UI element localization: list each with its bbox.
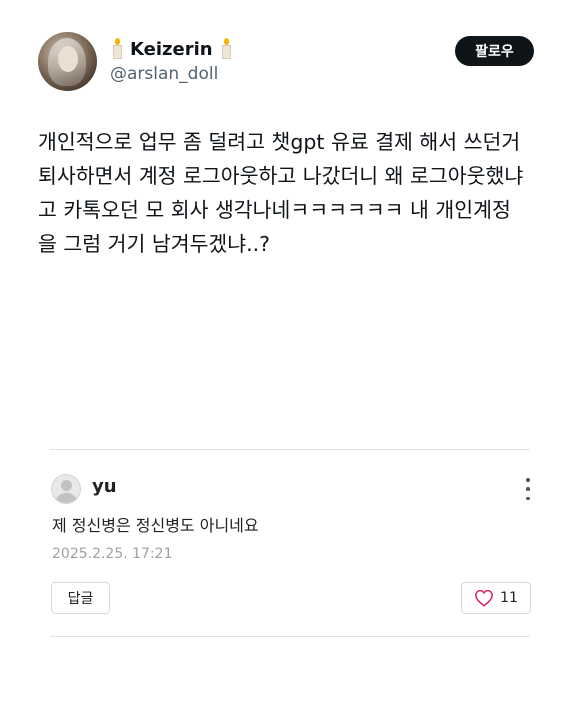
commenter-name[interactable]: yu <box>92 476 117 497</box>
follow-button[interactable]: 팔로우 <box>455 36 534 66</box>
reply-button[interactable]: 답글 <box>51 582 110 614</box>
like-button[interactable]: 11 <box>461 582 531 614</box>
tweet-line: 퇴사하면서 계정 로그아웃하고 나갔더니 왜 로그아웃했냐 <box>38 164 524 188</box>
tweet-line: 고 카톡오던 모 회사 생각나네ㅋㅋㅋㅋㅋㅋ 내 개인계정 <box>38 198 511 222</box>
comment-date: 2025.2.25. 17:21 <box>52 546 173 562</box>
avatar[interactable] <box>38 32 97 91</box>
tweet-line: 을 그럼 거기 남겨두겠냐..? <box>38 232 271 256</box>
comment-text: 제 정신병은 정신병도 아니네요 <box>52 516 259 535</box>
candle-icon <box>219 38 233 60</box>
avatar-face <box>58 46 78 72</box>
heart-icon <box>475 589 493 607</box>
comment-bottom-divider <box>50 636 530 637</box>
display-name[interactable]: Keizerin <box>110 38 233 60</box>
user-handle[interactable]: @arslan_doll <box>110 64 218 84</box>
tweet-line: 개인적으로 업무 좀 덜려고 챗gpt 유료 결제 해서 쓰던거 <box>38 130 521 154</box>
like-count: 11 <box>500 590 518 606</box>
candle-icon <box>110 38 124 60</box>
tweet-text: 개인적으로 업무 좀 덜려고 챗gpt 유료 결제 해서 쓰던거 퇴사하면서 계… <box>38 125 558 261</box>
comment-top-divider <box>50 449 530 450</box>
display-name-text: Keizerin <box>130 38 213 60</box>
commenter-avatar[interactable] <box>51 474 81 504</box>
more-options-icon[interactable] <box>520 478 536 500</box>
